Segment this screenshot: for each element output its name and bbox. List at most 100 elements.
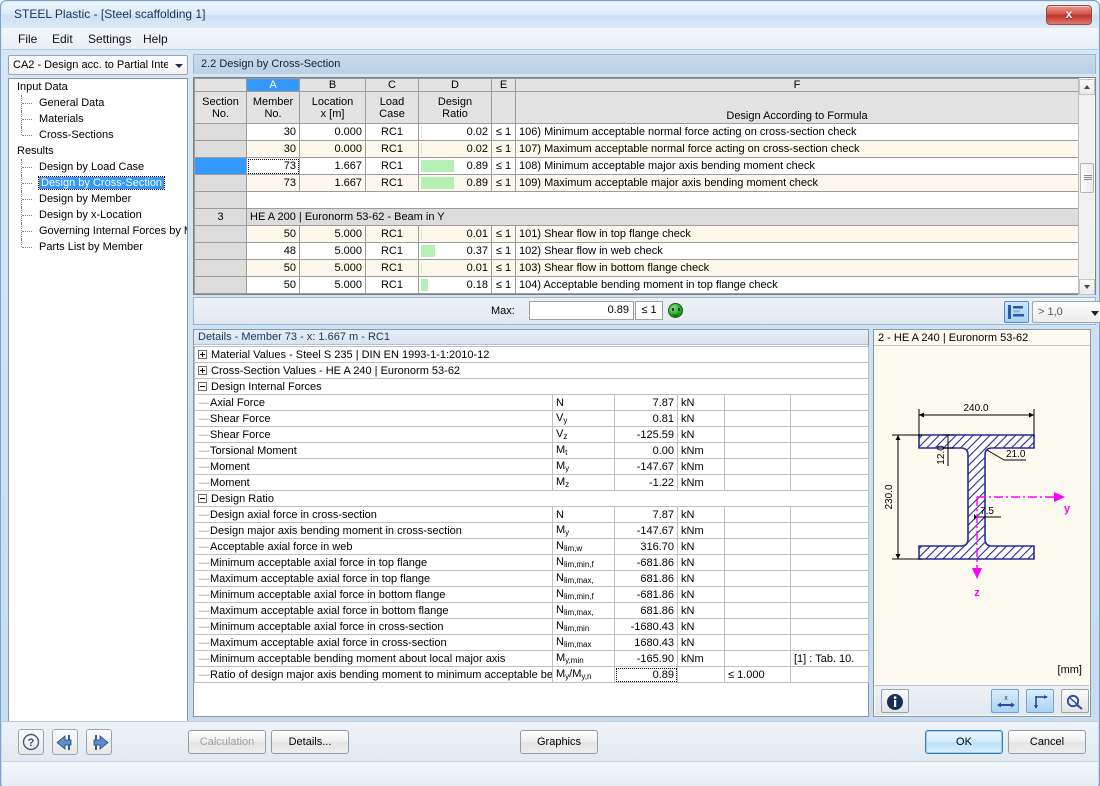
details-row[interactable]: —Maximum acceptable axial force in cross… [194, 634, 870, 651]
row-header[interactable] [194, 242, 247, 260]
row-header[interactable] [194, 191, 247, 209]
vscroll-thumb[interactable] [1080, 163, 1094, 193]
row-header[interactable] [194, 276, 247, 294]
menu-file[interactable]: File [10, 31, 45, 48]
ok-button[interactable]: OK [925, 730, 1003, 754]
details-group-design-ratio[interactable]: Design Ratio [193, 490, 870, 507]
help-button[interactable]: ? [18, 729, 44, 755]
table-section-row[interactable]: 3 HE A 200 | Euronorm 53-62 - Beam in Y [194, 208, 1079, 226]
cell-design-ratio[interactable]: 0.02 [418, 140, 492, 158]
scroll-up-icon[interactable] [1079, 79, 1095, 95]
table-row[interactable]: 73 1.667 RC1 0.89 ≤ 1 109) Maximum acceptable… [194, 174, 1079, 192]
cell-location[interactable]: 5.000 [299, 225, 366, 243]
table-row[interactable]: 50 5.000 RC1 0.01 ≤ 1 101) Shear flow in top … [194, 225, 1079, 243]
cell-load-case[interactable]: RC1 [365, 242, 419, 260]
details-group-material-values[interactable]: Material Values - Steel S 235 | DIN EN 1… [193, 346, 870, 363]
details-value[interactable]: -681.86 [614, 554, 678, 571]
cell-member-no[interactable]: 73 [246, 174, 300, 192]
menu-settings[interactable]: Settings [80, 31, 139, 48]
menu-edit[interactable]: Edit [44, 31, 81, 48]
col-letter-f[interactable]: F [515, 78, 1079, 92]
table-row[interactable]: 50 5.000 RC1 0.01 ≤ 1 103) Shear flow in bott… [194, 259, 1079, 277]
row-header[interactable] [194, 123, 247, 141]
details-value[interactable]: -147.67 [614, 458, 678, 475]
details-row[interactable]: —Design major axis bending moment in cro… [194, 522, 870, 539]
cell-load-case[interactable]: RC1 [365, 174, 419, 192]
details-row[interactable]: —Axial Force N 7.87 kN [194, 394, 870, 411]
details-value[interactable]: 1680.43 [614, 634, 678, 651]
grid-vscrollbar[interactable] [1078, 79, 1095, 295]
details-value[interactable]: -125.59 [614, 426, 678, 443]
cell-member-no[interactable]: 48 [246, 242, 300, 260]
info-button[interactable] [881, 689, 909, 713]
details-row[interactable]: —Minimum acceptable bending moment about… [194, 650, 870, 667]
col-letter-e[interactable]: E [491, 78, 516, 92]
tree-root-input-data[interactable]: Input Data [9, 79, 187, 95]
cell-location[interactable]: 5.000 [299, 242, 366, 260]
table-row[interactable]: 30 0.000 RC1 0.02 ≤ 1 106) Minimum acceptable… [194, 123, 1079, 141]
cell-load-case[interactable]: RC1 [365, 157, 419, 175]
cell-load-case[interactable]: RC1 [365, 259, 419, 277]
col-letter-a[interactable]: A [246, 78, 300, 92]
cell-design-ratio[interactable]: 0.37 [418, 242, 492, 260]
sidebar-item-design-by-load-case[interactable]: Design by Load Case [9, 159, 187, 175]
cell-design-ratio[interactable]: 0.01 [418, 225, 492, 243]
previous-button[interactable] [52, 729, 78, 755]
results-grid[interactable]: A B C D E F Section No. Member No. Locat… [193, 77, 1096, 295]
dimensions-x-button[interactable]: x [991, 689, 1019, 713]
details-value[interactable]: 0.00 [614, 442, 678, 459]
calculation-button[interactable]: Calculation [188, 730, 266, 754]
cell-member-no[interactable]: 73 [246, 157, 300, 175]
navigator-tree[interactable]: Input Data General Data Materials Cross-Sec… [8, 78, 188, 743]
sidebar-item-cross-sections[interactable]: Cross-Sections [9, 127, 187, 143]
tree-root-results[interactable]: Results [9, 143, 187, 159]
details-row[interactable]: —Maximum acceptable axial force in top f… [194, 570, 870, 587]
details-value[interactable]: -1.22 [614, 474, 678, 491]
cell-load-case[interactable]: RC1 [365, 276, 419, 294]
details-row[interactable]: —Moment My -147.67 kNm [194, 458, 870, 475]
details-row[interactable]: —Moment Mz -1.22 kNm [194, 474, 870, 491]
col-letter-blank[interactable] [194, 78, 247, 92]
sidebar-item-materials[interactable]: Materials [9, 111, 187, 127]
cell-load-case[interactable]: RC1 [365, 123, 419, 141]
row-header[interactable] [194, 174, 247, 192]
zoom-reset-button[interactable] [1061, 689, 1089, 713]
details-value[interactable]: -1680.43 [614, 618, 678, 635]
table-row[interactable]: 50 5.000 RC1 0.18 ≤ 1 104) Acceptable bending… [194, 276, 1079, 294]
cell-location[interactable]: 5.000 [299, 259, 366, 277]
collapse-icon[interactable] [198, 381, 207, 391]
cell-location[interactable]: 1.667 [299, 174, 366, 192]
expand-icon[interactable] [198, 365, 207, 375]
row-header[interactable] [194, 140, 247, 158]
cell-design-ratio[interactable]: 0.89 [418, 174, 492, 192]
table-blank-row[interactable] [194, 191, 1079, 209]
details-row[interactable]: —Acceptable axial force in web Nlim,w 316.… [194, 538, 870, 555]
cell-member-no[interactable]: 50 [246, 225, 300, 243]
row-header[interactable] [194, 225, 247, 243]
details-value[interactable]: -147.67 [614, 522, 678, 539]
details-value[interactable]: 7.87 [614, 394, 678, 411]
filter-combobox[interactable]: > 1,0 [1032, 301, 1100, 323]
design-case-combobox[interactable]: CA2 - Design acc. to Partial Inte [8, 55, 188, 75]
cell-design-ratio[interactable]: 0.02 [418, 123, 492, 141]
cancel-button[interactable]: Cancel [1008, 730, 1086, 754]
details-value[interactable]: 681.86 [614, 602, 678, 619]
details-row[interactable]: —Maximum acceptable axial force in botto… [194, 602, 870, 619]
cell-location[interactable]: 0.000 [299, 140, 366, 158]
collapse-icon[interactable] [198, 493, 207, 503]
color-bars-button[interactable] [1004, 301, 1029, 323]
sidebar-item-parts-list-by-member[interactable]: Parts List by Member [9, 239, 187, 255]
details-value[interactable]: -165.90 [614, 650, 678, 667]
details-value[interactable]: 0.89 [614, 666, 678, 683]
details-value[interactable]: 0.81 [614, 410, 678, 427]
axes-button[interactable] [1026, 689, 1054, 713]
col-letter-b[interactable]: B [299, 78, 366, 92]
details-group-design-internal-forces[interactable]: Design Internal Forces [193, 378, 870, 395]
details-group-cross-section-values[interactable]: Cross-Section Values - HE A 240 | Eurono… [193, 362, 870, 379]
details-row[interactable]: —Torsional Moment Mt 0.00 kNm [194, 442, 870, 459]
cell-design-ratio[interactable]: 0.89 [418, 157, 492, 175]
details-row[interactable]: —Minimum acceptable axial force in botto… [194, 586, 870, 603]
table-row[interactable]: 30 0.000 RC1 0.02 ≤ 1 107) Maximum acceptable… [194, 140, 1079, 158]
close-button[interactable]: x [1046, 5, 1092, 25]
cell-member-no[interactable]: 50 [246, 259, 300, 277]
